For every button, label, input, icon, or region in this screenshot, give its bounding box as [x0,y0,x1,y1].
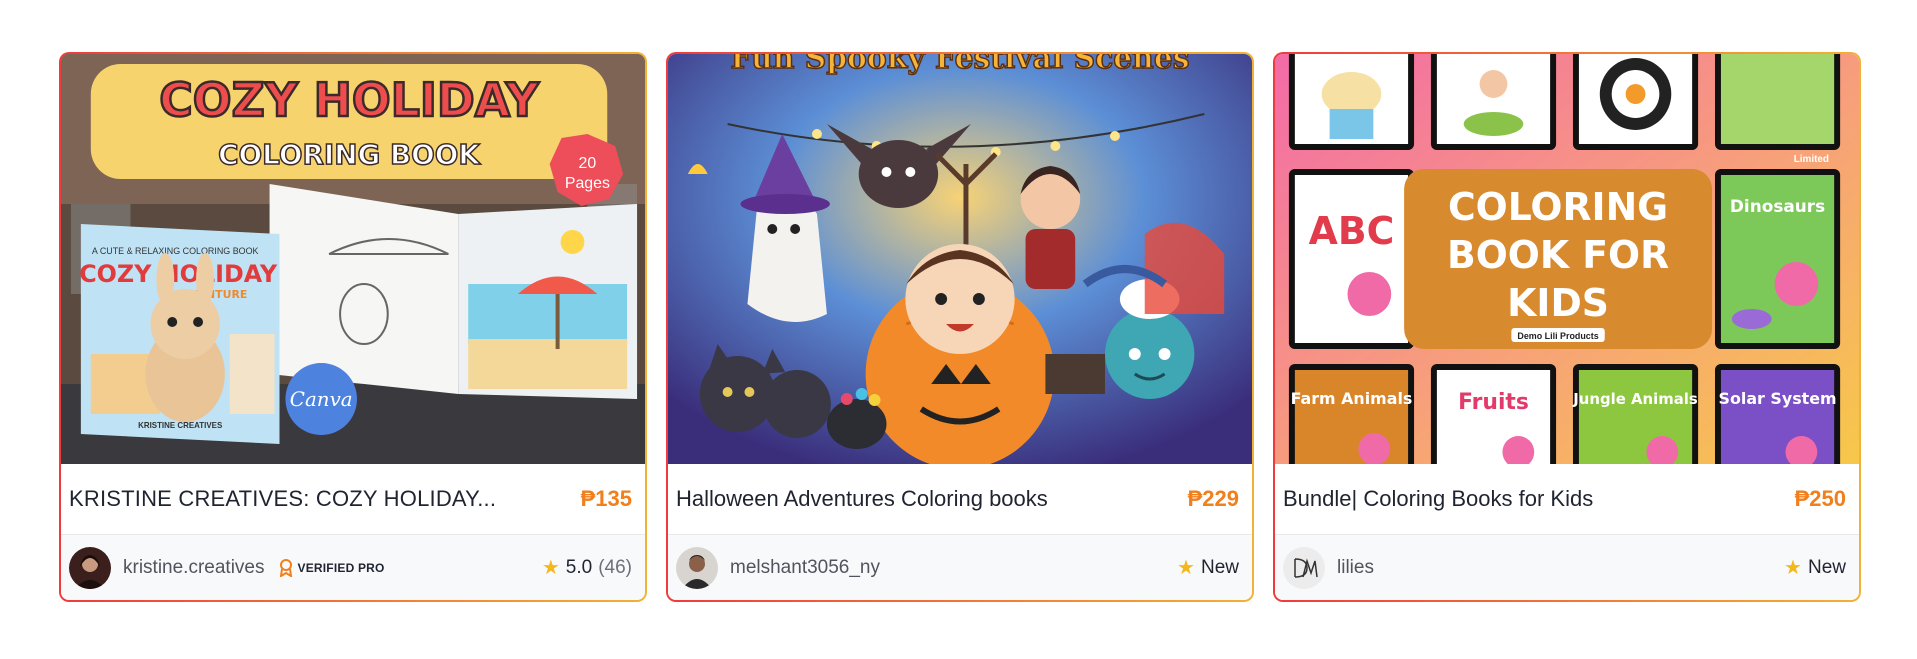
svg-text:A CUTE & RELAXING COLORING BOO: A CUTE & RELAXING COLORING BOOK [92,246,259,256]
tile-dinosaurs: Dinosaurs [1730,196,1825,216]
center-title-1: COLORING [1448,185,1668,229]
tile-fruits: Fruits [1458,390,1529,415]
award-icon [279,558,292,577]
product-grid: COZY HOLIDAY COLORING BOOK 20 Pages A CU… [59,52,1861,602]
cozy-holiday-cover-image: COZY HOLIDAY COLORING BOOK 20 Pages A CU… [61,54,645,464]
verified-pro-badge: VERIFIED PRO [279,558,385,577]
svg-text:Pages: Pages [565,175,610,192]
product-title[interactable]: Bundle| Coloring Books for Kids [1283,486,1593,512]
halloween-cover-image: Fun Spooky Festival Scenes [668,54,1252,464]
author-info[interactable]: kristine.creatives VERIFIED PRO [69,546,385,589]
product-price: ₱135 [580,486,632,511]
star-icon: ★ [1784,557,1802,579]
product-card[interactable]: Limited ABC COLORING BOOK FOR KIDS Demo … [1273,52,1861,602]
svg-text:20: 20 [579,155,597,172]
product-title-row: KRISTINE CREATIVES: COZY HOLIDAY... ₱135 [61,464,645,535]
center-title-2: BOOK FOR [1447,233,1669,277]
star-icon: ★ [1177,557,1195,579]
badge-label: VERIFIED PRO [297,560,385,575]
rating-value: 5.0 [565,556,593,578]
product-thumbnail[interactable]: Fun Spooky Festival Scenes [668,54,1252,464]
svg-text:Limited: Limited [1794,154,1829,165]
product-card[interactable]: Fun Spooky Festival Scenes Halloween Adv… [666,52,1254,602]
product-meta-row: melshant3056_ny ★ New [668,535,1252,600]
cover-heading: COZY HOLIDAY [159,73,539,127]
author-name[interactable]: lilies [1337,557,1374,579]
tile-solar: Solar System [1719,389,1837,408]
cover-subheading: COLORING BOOK [218,138,481,171]
product-title-row: Halloween Adventures Coloring books ₱229 [668,464,1252,535]
cover-banner: Fun Spooky Festival Scenes [730,54,1189,76]
product-meta-row: lilies ★ New [1275,535,1859,600]
product-price: ₱250 [1794,486,1846,511]
product-thumbnail[interactable]: Limited ABC COLORING BOOK FOR KIDS Demo … [1275,54,1859,464]
svg-text:COZY HOLIDAY: COZY HOLIDAY [79,260,278,288]
author-info[interactable]: melshant3056_ny [676,546,880,589]
avatar[interactable] [676,546,718,589]
product-title-row: Bundle| Coloring Books for Kids ₱250 [1275,464,1859,535]
author-info[interactable]: lilies [1283,546,1374,589]
product-meta-row: kristine.creatives VERIFIED PRO ★ 5.0 (4… [61,535,645,600]
product-price: ₱229 [1187,486,1239,511]
author-name[interactable]: melshant3056_ny [730,557,880,579]
product-card[interactable]: COZY HOLIDAY COLORING BOOK 20 Pages A CU… [59,52,647,602]
product-thumbnail[interactable]: COZY HOLIDAY COLORING BOOK 20 Pages A CU… [61,54,645,464]
product-title[interactable]: Halloween Adventures Coloring books [676,486,1048,512]
kids-bundle-cover-image: Limited ABC COLORING BOOK FOR KIDS Demo … [1275,54,1859,464]
tile-jungle: Jungle Animals [1572,390,1698,408]
tile-farm: Farm Animals [1291,389,1413,408]
product-rating: ★ New [1177,555,1239,580]
new-label: New [1200,556,1239,578]
center-title-3: KIDS [1507,281,1609,325]
rating-count: (46) [598,556,632,578]
product-rating: ★ 5.0 (46) [542,555,632,580]
avatar[interactable] [69,546,111,589]
avatar[interactable] [1283,546,1325,589]
product-rating: ★ New [1784,555,1846,580]
new-label: New [1807,556,1846,578]
svg-text:Demo Lili Products: Demo Lili Products [1517,331,1598,341]
svg-text:KRISTINE CREATIVES: KRISTINE CREATIVES [138,421,222,430]
star-icon: ★ [541,557,560,579]
tile-abc: ABC [1309,209,1395,253]
product-title[interactable]: KRISTINE CREATIVES: COZY HOLIDAY... [69,486,496,512]
canva-logo: Canva [290,388,353,411]
author-name[interactable]: kristine.creatives [123,557,265,579]
